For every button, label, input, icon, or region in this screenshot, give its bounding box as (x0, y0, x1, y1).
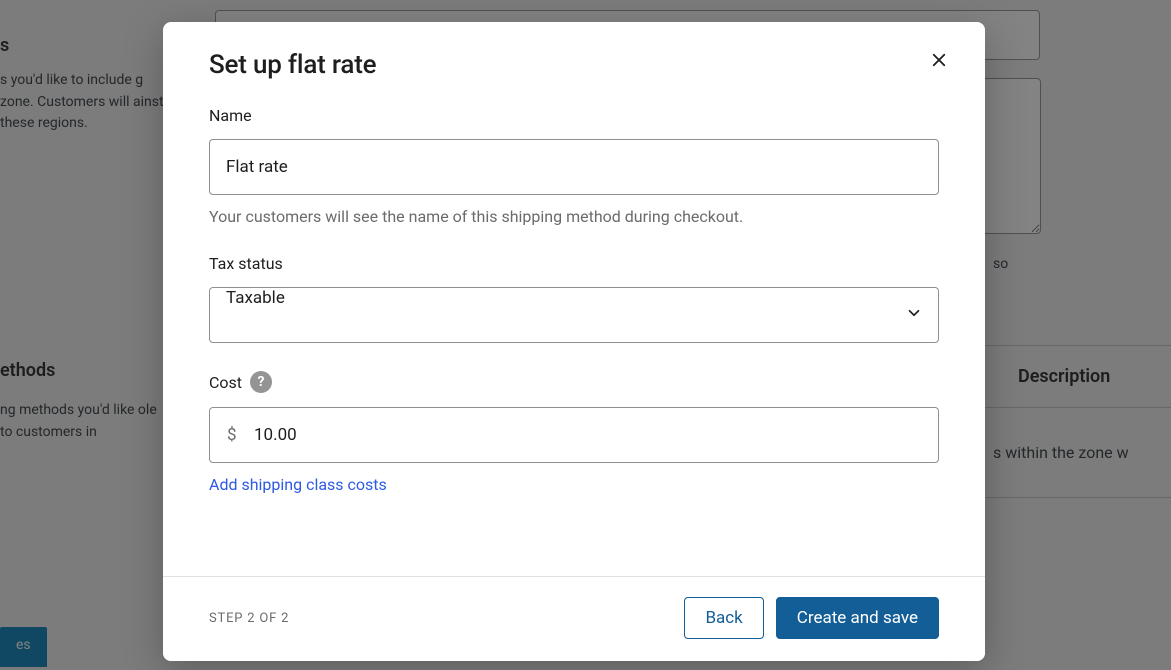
back-button[interactable]: Back (684, 597, 763, 639)
footer-actions: Back Create and save (684, 597, 939, 639)
name-group: Name Your customers will see the name of… (209, 106, 939, 226)
name-input[interactable] (209, 139, 939, 195)
help-icon[interactable]: ? (250, 371, 272, 393)
name-label: Name (209, 106, 939, 125)
cost-input[interactable] (209, 407, 939, 463)
tax-status-group: Tax status Taxable (209, 254, 939, 343)
tax-status-label: Tax status (209, 254, 939, 273)
create-and-save-button[interactable]: Create and save (776, 597, 939, 639)
modal-body[interactable]: Name Your customers will see the name of… (163, 80, 985, 576)
cost-label: Cost (209, 373, 242, 392)
tax-status-select[interactable]: Taxable (209, 287, 939, 343)
modal-header: Set up flat rate (163, 22, 985, 80)
modal-title: Set up flat rate (209, 50, 939, 80)
add-shipping-class-costs-link[interactable]: Add shipping class costs (209, 475, 387, 494)
currency-symbol: $ (227, 425, 237, 445)
cost-group: Cost ? $ Add shipping class costs (209, 371, 939, 494)
close-icon (930, 51, 948, 73)
flat-rate-modal: Set up flat rate Name Your customers wil… (163, 22, 985, 661)
close-button[interactable] (927, 50, 951, 74)
name-hint: Your customers will see the name of this… (209, 207, 939, 226)
step-indicator: STEP 2 OF 2 (209, 611, 289, 626)
modal-footer: STEP 2 OF 2 Back Create and save (163, 576, 985, 661)
